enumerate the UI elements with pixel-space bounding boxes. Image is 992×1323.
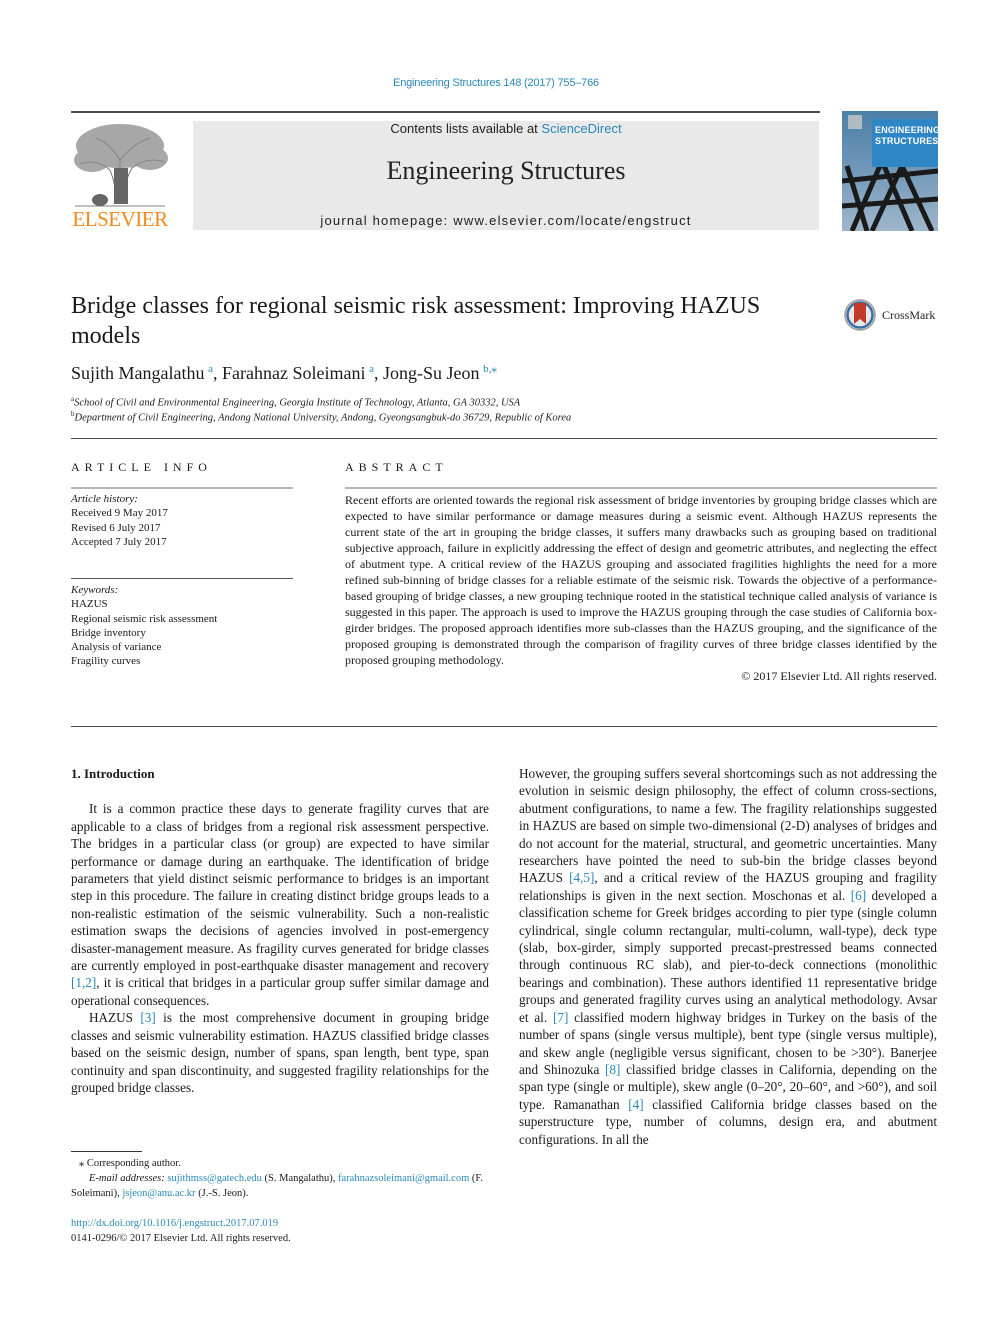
- email-link[interactable]: jsjeon@anu.ac.kr: [122, 1188, 195, 1199]
- affiliation-text: Department of Civil Engineering, Andong …: [74, 412, 572, 424]
- author-separator: ,: [373, 363, 383, 383]
- affiliation-b: bDepartment of Civil Engineering, Andong…: [71, 410, 571, 424]
- citation-link[interactable]: [6]: [851, 888, 866, 903]
- crossmark-icon: [844, 299, 876, 331]
- paragraph-text: , it is critical that bridges in a parti…: [71, 975, 489, 1008]
- corresponding-author-note: ⁎ Corresponding author.: [79, 1158, 181, 1169]
- journal-masthead: Contents lists available at ScienceDirec…: [193, 121, 819, 230]
- journal-reference-link[interactable]: Engineering Structures 148 (2017) 755–76…: [0, 77, 992, 89]
- paragraph: However, the grouping suffers several sh…: [519, 765, 937, 1148]
- keywords-rule: [71, 578, 293, 579]
- citation-link[interactable]: [1,2]: [71, 975, 96, 990]
- abstract-body: Recent efforts are oriented towards the …: [345, 493, 937, 667]
- paragraph-text: developed a classification scheme for Gr…: [519, 887, 937, 1025]
- paragraph-text: However, the grouping suffers several sh…: [519, 766, 937, 886]
- contents-line: Contents lists available at ScienceDirec…: [193, 121, 819, 136]
- doi-block: http://dx.doi.org/10.1016/j.engstruct.20…: [71, 1216, 491, 1246]
- author[interactable]: Sujith Mangalathu a,: [71, 363, 222, 383]
- crossmark-label: CrossMark: [882, 308, 936, 322]
- author-list: Sujith Mangalathu a, Farahnaz Soleimani …: [71, 362, 497, 384]
- affiliation-a: aSchool of Civil and Environmental Engin…: [71, 395, 520, 409]
- affiliation-text: School of Civil and Environmental Engine…: [74, 397, 521, 409]
- abstract-copyright: © 2017 Elsevier Ltd. All rights reserved…: [741, 669, 937, 683]
- body-left-column: 1. Introduction It is a common practice …: [71, 765, 489, 1096]
- author-name[interactable]: Farahnaz Soleimani: [222, 363, 365, 383]
- citation-link[interactable]: [8]: [605, 1062, 620, 1077]
- abstract: Recent efforts are oriented towards the …: [345, 492, 937, 684]
- elsevier-tree-icon: [74, 124, 168, 207]
- email-link[interactable]: farahnazsoleimani@gmail.com: [338, 1173, 469, 1184]
- keyword: Bridge inventory: [71, 626, 146, 639]
- sciencedirect-link[interactable]: ScienceDirect: [541, 121, 621, 136]
- article-info-rule: [71, 487, 293, 489]
- cover-title-line1: ENGINEERING: [875, 125, 938, 135]
- cover-title: ENGINEERING STRUCTURES: [875, 125, 938, 147]
- divider-above-info: [71, 438, 937, 439]
- body-right-column: However, the grouping suffers several sh…: [519, 765, 937, 1148]
- keywords: Keywords: HAZUS Regional seismic risk as…: [71, 583, 217, 669]
- section-heading-introduction: 1. Introduction: [71, 766, 155, 781]
- email-owner: (J.-S. Jeon).: [195, 1188, 249, 1199]
- citation-link[interactable]: [4,5]: [569, 870, 594, 885]
- abstract-rule: [345, 487, 937, 489]
- homepage-label: journal homepage:: [320, 213, 454, 228]
- email-label: E-mail addresses:: [89, 1173, 165, 1184]
- received-date: Received 9 May 2017: [71, 507, 168, 520]
- keywords-label: Keywords:: [71, 584, 119, 596]
- divider-below-abstract: [71, 726, 937, 727]
- author-affiliation-mark[interactable]: b,⁎: [483, 363, 497, 375]
- citation-link[interactable]: [3]: [140, 1010, 155, 1025]
- paragraph-text: HAZUS: [89, 1010, 141, 1026]
- article-info-heading: ARTICLE INFO: [71, 460, 212, 474]
- cover-title-line2: STRUCTURES: [875, 136, 938, 146]
- paragraph-text: It is a common practice these days to ge…: [71, 801, 489, 974]
- homepage-link[interactable]: www.elsevier.com/locate/engstruct: [453, 213, 691, 228]
- journal-reference-text[interactable]: Engineering Structures 148 (2017) 755–76…: [393, 77, 599, 89]
- paragraph: HAZUS [3] is the most comprehensive docu…: [71, 1009, 489, 1096]
- author[interactable]: Jong-Su Jeon b,⁎: [383, 363, 497, 383]
- journal-cover-thumbnail[interactable]: ENGINEERING STRUCTURES: [842, 111, 938, 231]
- doi-link[interactable]: http://dx.doi.org/10.1016/j.engstruct.20…: [71, 1218, 278, 1229]
- crossmark-button[interactable]: CrossMark: [843, 298, 943, 332]
- elsevier-wordmark: ELSEVIER: [72, 207, 168, 231]
- email-addresses: E-mail addresses: sujithmss@gatech.edu (…: [71, 1171, 491, 1201]
- citation-link[interactable]: [4]: [628, 1097, 643, 1112]
- keyword: HAZUS: [71, 598, 108, 611]
- abstract-heading: ABSTRACT: [345, 460, 448, 474]
- elsevier-logo[interactable]: ELSEVIER: [70, 120, 170, 232]
- footnote-rule: [71, 1151, 142, 1152]
- author[interactable]: Farahnaz Soleimani a,: [222, 363, 383, 383]
- email-link[interactable]: sujithmss@gatech.edu: [167, 1173, 262, 1184]
- journal-homepage: journal homepage: www.elsevier.com/locat…: [193, 213, 819, 228]
- article-title: Bridge classes for regional seismic risk…: [71, 293, 761, 349]
- accepted-date: Accepted 7 July 2017: [71, 535, 167, 548]
- contents-prefix: Contents lists available at: [390, 121, 542, 136]
- author-separator: ,: [213, 363, 222, 383]
- paragraph: It is a common practice these days to ge…: [71, 800, 489, 1009]
- header-rule: [71, 111, 820, 113]
- revised-date: Revised 6 July 2017: [71, 521, 161, 534]
- journal-title: Engineering Structures: [386, 156, 626, 185]
- author-name[interactable]: Jong-Su Jeon: [383, 363, 480, 383]
- keyword: Regional seismic risk assessment: [71, 612, 218, 625]
- keyword: Analysis of variance: [71, 641, 162, 654]
- article-history-label: Article history:: [71, 493, 138, 505]
- author-name[interactable]: Sujith Mangalathu: [71, 363, 205, 383]
- issn-copyright: 0141-0296/© 2017 Elsevier Ltd. All right…: [71, 1233, 291, 1244]
- email-owner: (S. Mangalathu),: [261, 1173, 339, 1184]
- citation-link[interactable]: [7]: [553, 1010, 568, 1025]
- footnotes: ⁎ Corresponding author. E-mail addresses…: [71, 1156, 491, 1201]
- keyword: Fragility curves: [71, 655, 141, 668]
- article-history: Article history: Received 9 May 2017 Rev…: [71, 492, 168, 549]
